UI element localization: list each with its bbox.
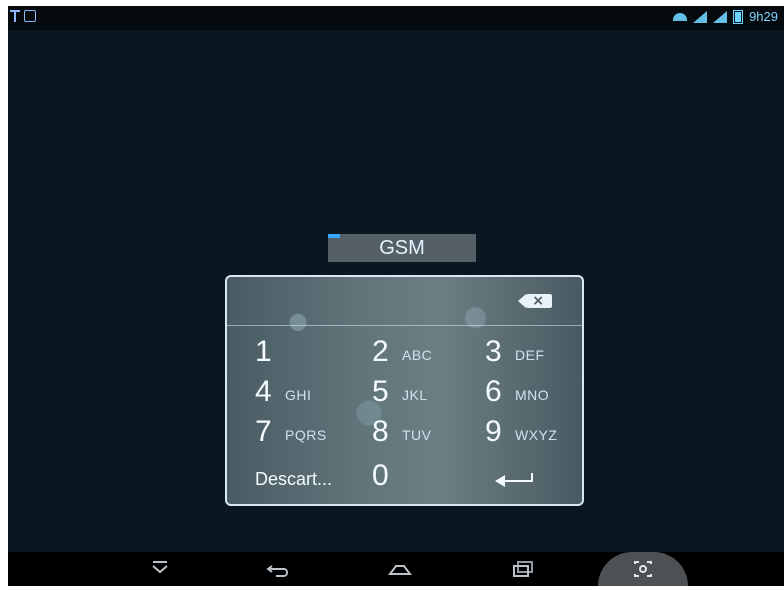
key-letters: ABC bbox=[402, 347, 433, 363]
backspace-x: × bbox=[532, 293, 544, 309]
key-number: 6 bbox=[485, 375, 502, 408]
pin-keys: 1 2 ABC 3 DEF 4 GHI 5 JKL 6 MNO 7 PQRS 8… bbox=[227, 333, 582, 501]
recents-icon[interactable] bbox=[502, 556, 542, 582]
key-1[interactable]: 1 bbox=[255, 333, 365, 373]
key-6[interactable]: 6 MNO bbox=[485, 373, 582, 413]
screen: 9h29 GSM × 1 2 ABC 3 DEF 4 GHI 5 JKL 6 M… bbox=[8, 6, 784, 586]
key-5[interactable]: 5 JKL bbox=[372, 373, 482, 413]
key-number: 5 bbox=[372, 375, 389, 408]
notification-icon bbox=[24, 10, 36, 22]
descart-label: Descart... bbox=[255, 469, 333, 489]
wifi-icon bbox=[673, 11, 688, 23]
home-icon[interactable] bbox=[380, 556, 420, 582]
key-3[interactable]: 3 DEF bbox=[485, 333, 582, 373]
key-number: 0 bbox=[372, 459, 389, 492]
pin-pad: × 1 2 ABC 3 DEF 4 GHI 5 JKL 6 MNO 7 PQRS… bbox=[225, 275, 584, 506]
status-right-icons: 9h29 bbox=[673, 9, 778, 24]
key-letters: DEF bbox=[515, 347, 545, 363]
enter-head bbox=[495, 475, 505, 487]
status-time: 9h29 bbox=[749, 9, 778, 24]
usb-icon bbox=[10, 10, 20, 22]
signal-2-icon bbox=[713, 10, 728, 23]
descart-button[interactable]: Descart... bbox=[255, 457, 365, 497]
status-left-icons bbox=[10, 10, 36, 22]
key-number: 2 bbox=[372, 335, 389, 368]
key-letters: TUV bbox=[402, 427, 432, 443]
status-bar: 9h29 bbox=[8, 6, 784, 30]
enter-icon bbox=[495, 473, 537, 489]
key-letters: GHI bbox=[285, 387, 312, 403]
hide-keyboard-icon[interactable] bbox=[140, 556, 180, 582]
key-9[interactable]: 9 WXYZ bbox=[485, 413, 582, 453]
network-label-accent bbox=[328, 234, 340, 238]
key-number: 8 bbox=[372, 415, 389, 448]
pin-entry-area[interactable]: × bbox=[227, 277, 582, 326]
key-letters: PQRS bbox=[285, 427, 327, 443]
key-letters: MNO bbox=[515, 387, 550, 403]
enter-button[interactable] bbox=[495, 457, 582, 497]
key-number: 7 bbox=[255, 415, 272, 448]
key-number: 4 bbox=[255, 375, 272, 408]
key-4[interactable]: 4 GHI bbox=[255, 373, 365, 413]
backspace-point bbox=[518, 294, 526, 308]
key-0[interactable]: 0 bbox=[372, 457, 482, 497]
enter-line bbox=[505, 480, 533, 482]
screenshot-icon[interactable] bbox=[623, 556, 663, 582]
key-letters: JKL bbox=[402, 387, 428, 403]
key-2[interactable]: 2 ABC bbox=[372, 333, 482, 373]
key-number: 3 bbox=[485, 335, 502, 368]
battery-icon bbox=[733, 9, 744, 24]
key-number: 9 bbox=[485, 415, 502, 448]
key-number: 1 bbox=[255, 335, 272, 368]
network-label-text: GSM bbox=[379, 237, 425, 259]
network-label: GSM bbox=[328, 234, 476, 262]
back-icon[interactable] bbox=[258, 556, 298, 582]
key-7[interactable]: 7 PQRS bbox=[255, 413, 365, 453]
key-letters: WXYZ bbox=[515, 427, 558, 443]
navigation-bar bbox=[8, 552, 784, 586]
backspace-icon[interactable]: × bbox=[518, 292, 552, 310]
signal-1-icon bbox=[693, 10, 708, 23]
key-8[interactable]: 8 TUV bbox=[372, 413, 482, 453]
